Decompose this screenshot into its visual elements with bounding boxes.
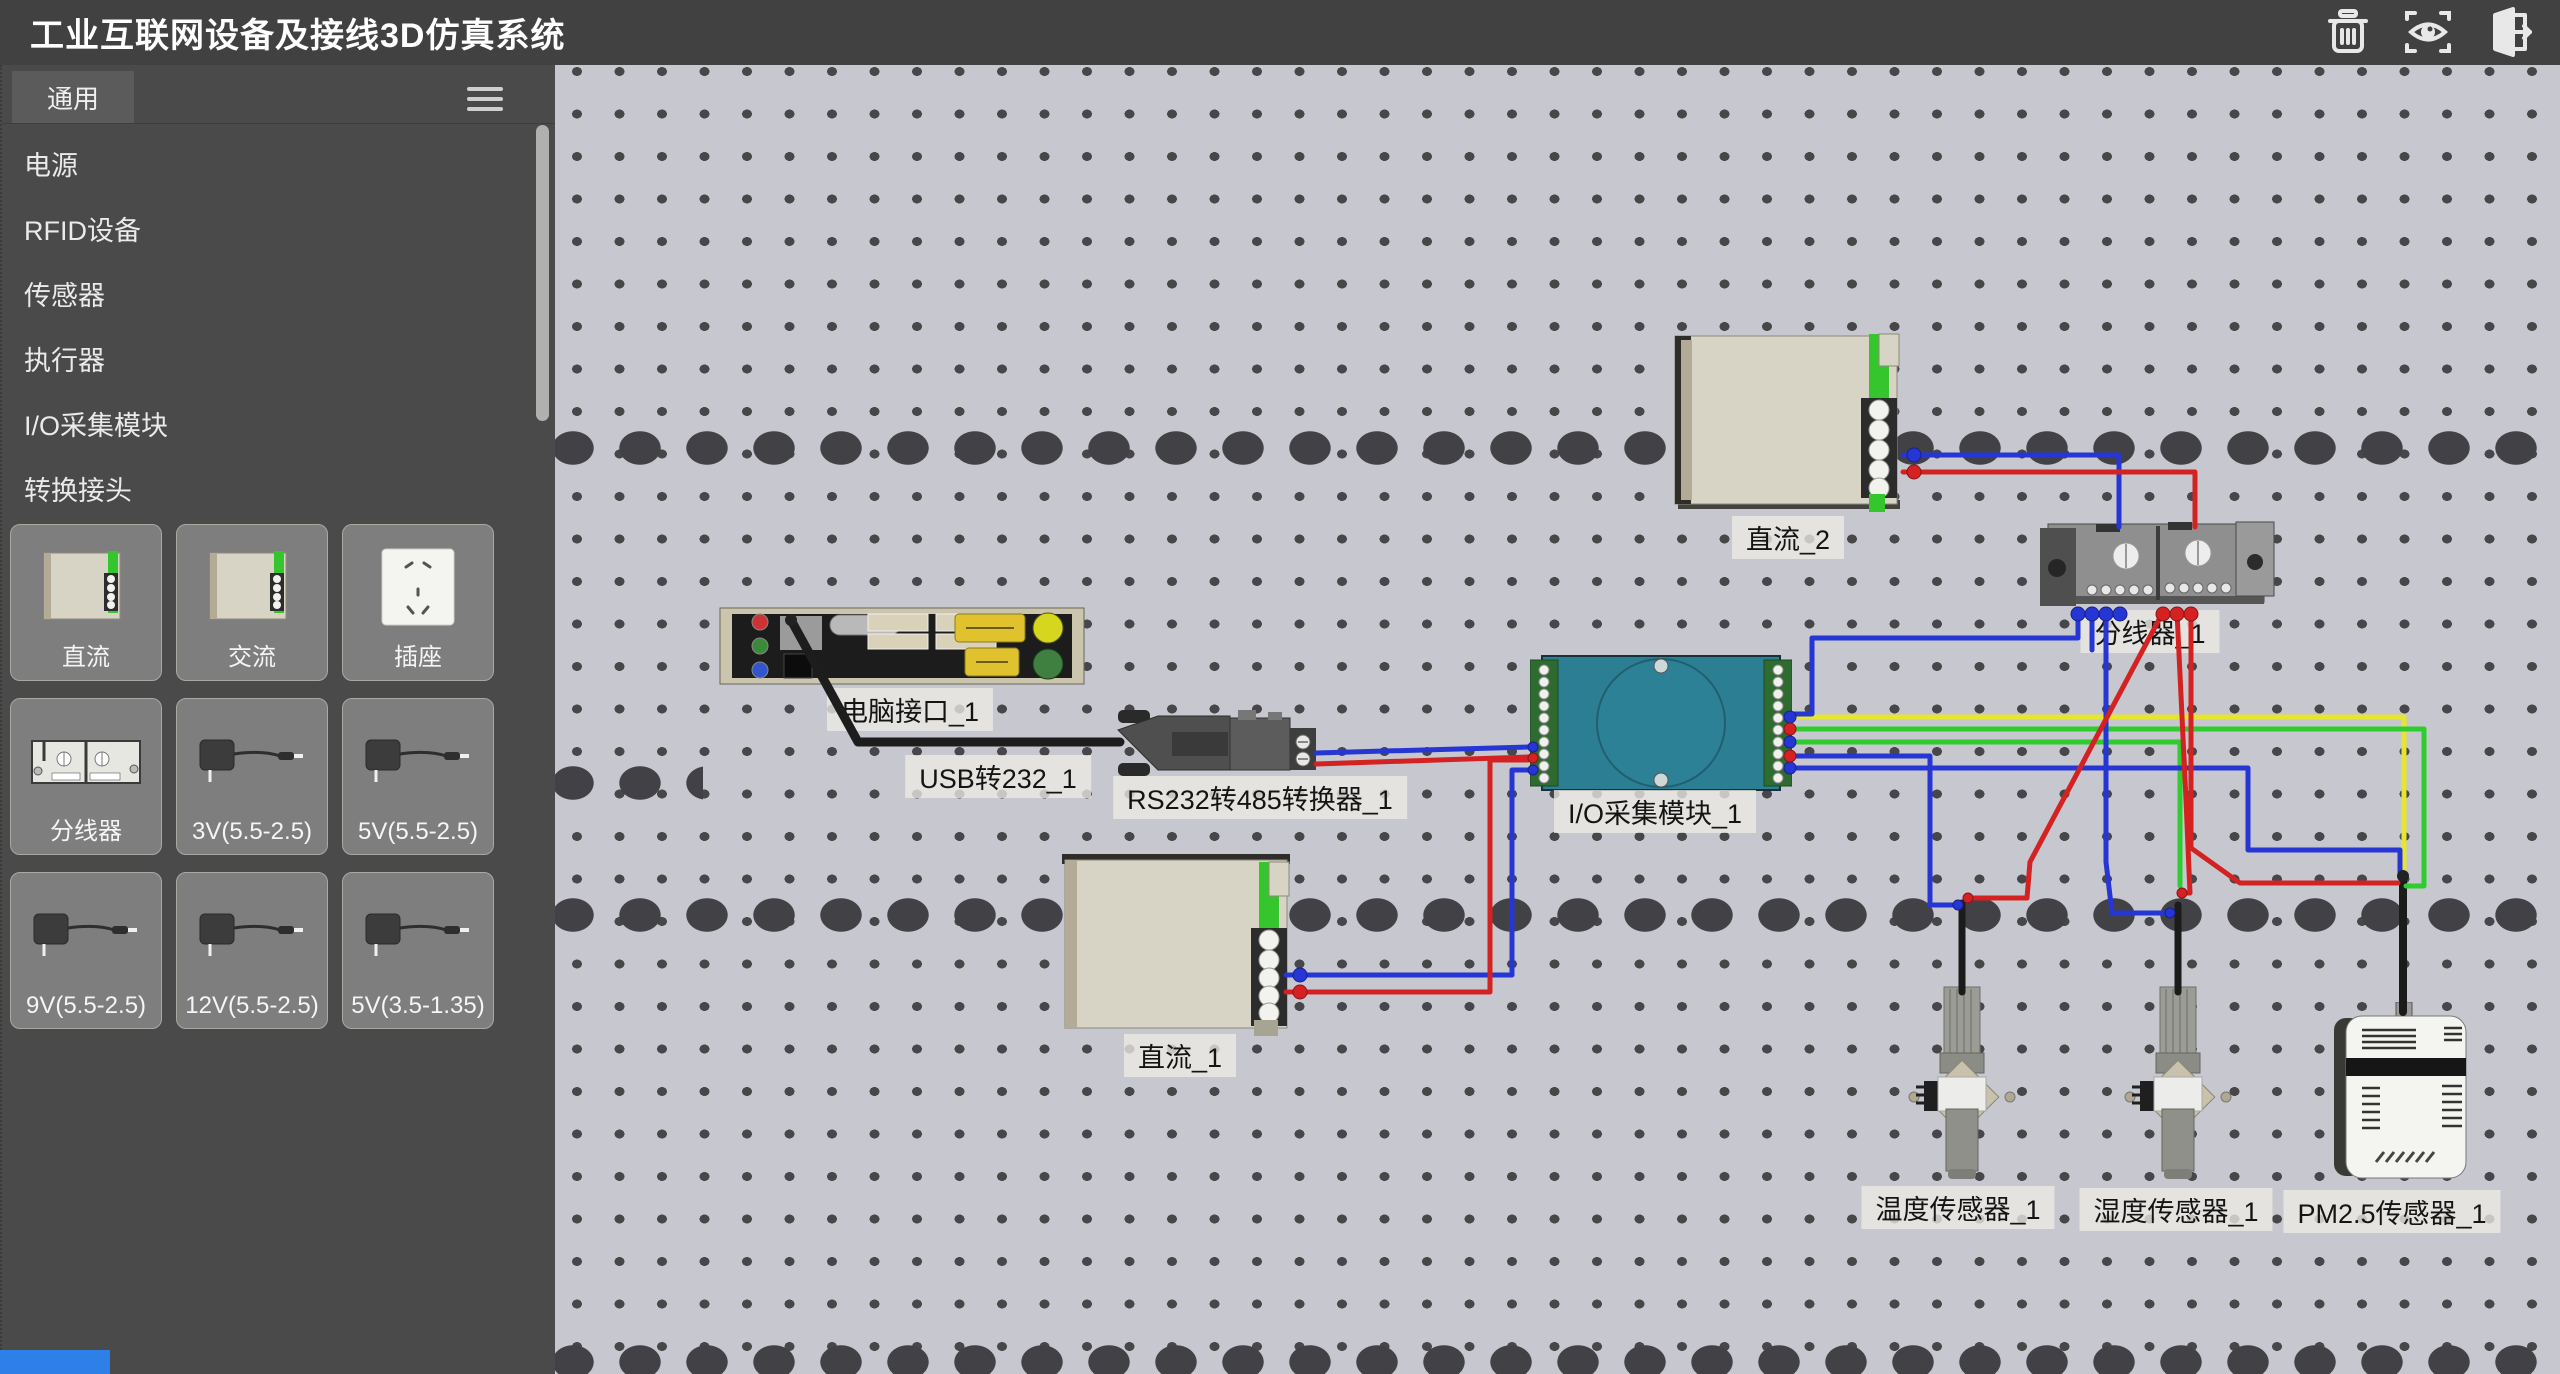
device-label: 湿度传感器_1 xyxy=(2079,1188,2272,1231)
adapter-thumbnail xyxy=(177,885,327,985)
palette-label: 9V(5.5-2.5) xyxy=(11,992,161,1020)
device-pm25-sensor[interactable] xyxy=(2332,1002,2472,1186)
palette-label: 分线器 xyxy=(11,811,161,846)
palette-item-dc[interactable]: 直流 xyxy=(10,524,162,681)
device-label: 分线器_1 xyxy=(2080,610,2219,653)
sidebar-item-power[interactable]: 电源 xyxy=(2,131,555,196)
dc-thumbnail xyxy=(11,537,161,637)
palette-label: 12V(5.5-2.5) xyxy=(177,992,327,1020)
palette-item-5v-small[interactable]: 5V(3.5-1.35) xyxy=(342,872,494,1029)
device-label: 温度传感器_1 xyxy=(1861,1186,2054,1229)
sidebar-item-actuator[interactable]: 执行器 xyxy=(2,326,555,391)
sidebar-scrollbar[interactable] xyxy=(536,125,549,421)
device-pc-interface[interactable] xyxy=(718,606,1088,690)
menu-icon[interactable] xyxy=(467,81,503,109)
palette-item-splitter[interactable]: 分线器 xyxy=(10,698,162,855)
component-sidebar: 通用 电源 RFID设备 传感器 执行器 I/O采集模块 转换接头 xyxy=(0,65,555,1374)
corner-accent xyxy=(0,1350,110,1374)
device-label: 直流_1 xyxy=(1124,1034,1236,1077)
sidebar-item-rfid[interactable]: RFID设备 xyxy=(2,196,555,261)
device-io-module[interactable] xyxy=(1530,650,1792,796)
trash-icon[interactable] xyxy=(2322,6,2374,58)
palette-item-3v[interactable]: 3V(5.5-2.5) xyxy=(176,698,328,855)
device-dc-power-1[interactable] xyxy=(1058,850,1300,1040)
palette-label: 5V(5.5-2.5) xyxy=(343,818,493,846)
palette-label: 3V(5.5-2.5) xyxy=(177,818,327,846)
device-label: RS232转485转换器_1 xyxy=(1113,776,1407,819)
device-label: 电脑接口_1 xyxy=(827,688,993,731)
device-label: I/O采集模块_1 xyxy=(1554,790,1756,833)
category-menu: 电源 RFID设备 传感器 执行器 I/O采集模块 转换接头 xyxy=(2,131,555,521)
adapter-thumbnail xyxy=(11,885,161,985)
palette-label: 插座 xyxy=(343,637,493,672)
palette-label: 5V(3.5-1.35) xyxy=(343,992,493,1020)
device-label: PM2.5传感器_1 xyxy=(2283,1190,2500,1233)
palette-label: 交流 xyxy=(177,637,327,672)
divider xyxy=(2,123,555,124)
sidebar-item-sensor[interactable]: 传感器 xyxy=(2,261,555,326)
socket-thumbnail xyxy=(343,537,493,637)
view-eye-icon[interactable] xyxy=(2402,6,2454,58)
palette-item-5v[interactable]: 5V(5.5-2.5) xyxy=(342,698,494,855)
device-rs232-485-converter[interactable] xyxy=(1110,708,1322,780)
device-label: USB转232_1 xyxy=(905,755,1091,798)
sidebar-item-adapter[interactable]: 转换接头 xyxy=(2,456,555,521)
device-temperature-sensor[interactable] xyxy=(1902,985,2022,1185)
adapter-thumbnail xyxy=(343,885,493,985)
adapter-thumbnail xyxy=(343,711,493,811)
device-splitter[interactable] xyxy=(2040,516,2280,614)
palette-item-12v[interactable]: 12V(5.5-2.5) xyxy=(176,872,328,1029)
palette-item-9v[interactable]: 9V(5.5-2.5) xyxy=(10,872,162,1029)
palette-label: 直流 xyxy=(11,637,161,672)
app-window: 工业互联网设备及接线3D仿真系统 xyxy=(0,0,2560,1374)
palette-item-ac[interactable]: 交流 xyxy=(176,524,328,681)
palette-item-socket[interactable]: 插座 xyxy=(342,524,494,681)
device-dc-power-2[interactable] xyxy=(1668,330,1910,516)
splitter-thumbnail xyxy=(11,711,161,811)
title-bar: 工业互联网设备及接线3D仿真系统 xyxy=(0,0,2560,65)
app-title: 工业互联网设备及接线3D仿真系统 xyxy=(30,8,565,57)
exit-icon[interactable] xyxy=(2482,6,2534,58)
adapter-thumbnail xyxy=(177,711,327,811)
header-toolbar xyxy=(2322,6,2534,58)
tab-general[interactable]: 通用 xyxy=(12,71,134,123)
device-humidity-sensor[interactable] xyxy=(2118,985,2238,1185)
sidebar-item-io-module[interactable]: I/O采集模块 xyxy=(2,391,555,456)
component-palette: 直流 交流 xyxy=(10,524,547,1029)
ac-thumbnail xyxy=(177,537,327,637)
device-label: 直流_2 xyxy=(1732,516,1844,559)
